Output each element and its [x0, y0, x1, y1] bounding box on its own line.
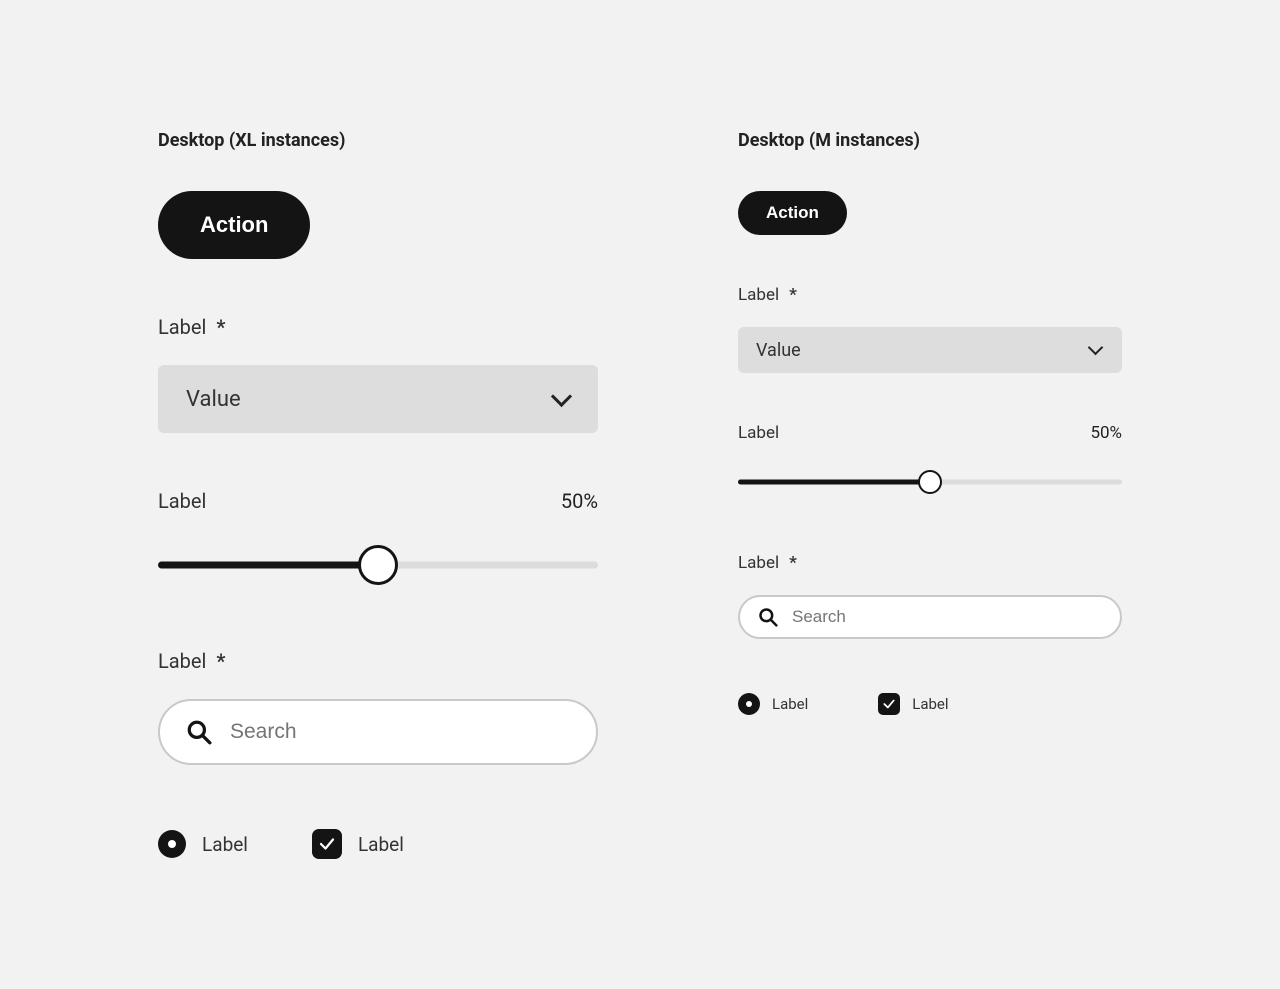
m-slider-field: Label 50% [738, 423, 1122, 485]
select-value: Value [186, 387, 241, 412]
field-label: Label [158, 315, 206, 339]
radio-icon [738, 693, 760, 715]
slider-track-fill [738, 480, 930, 485]
action-button-m[interactable]: Action [738, 191, 847, 235]
required-asterisk: * [789, 285, 797, 305]
checkbox-label: Label [358, 833, 404, 856]
slider-track-fill [158, 562, 378, 569]
search-input-m[interactable] [738, 595, 1122, 639]
field-label: Label [738, 285, 779, 305]
m-section-title: Desktop (M instances) [738, 130, 1122, 151]
slider-label: Label [738, 423, 779, 443]
required-asterisk: * [789, 553, 797, 573]
m-column: Desktop (M instances) Action Label * Val… [738, 130, 1122, 859]
checkbox-option-xl[interactable]: Label [312, 829, 404, 859]
search-text-input[interactable] [230, 720, 570, 744]
xl-choice-row: Label Label [158, 829, 598, 859]
field-label: Label [738, 553, 779, 573]
m-choice-row: Label Label [738, 693, 1122, 715]
xl-section-title: Desktop (XL instances) [158, 130, 598, 151]
m-select-field: Label * Value [738, 285, 1122, 373]
search-icon [758, 607, 778, 627]
checkbox-label: Label [912, 695, 948, 713]
search-input-xl[interactable] [158, 699, 598, 765]
xl-column: Desktop (XL instances) Action Label * Va… [158, 130, 598, 859]
slider-value: 50% [1090, 423, 1122, 443]
m-search-field: Label * [738, 553, 1122, 639]
checkbox-icon [878, 693, 900, 715]
select-value: Value [756, 340, 801, 361]
slider-xl[interactable] [158, 561, 598, 569]
field-label: Label [158, 649, 206, 673]
xl-select-field: Label * Value [158, 315, 598, 433]
action-button-xl[interactable]: Action [158, 191, 310, 259]
slider-thumb[interactable] [918, 470, 942, 494]
radio-option-xl[interactable]: Label [158, 830, 248, 858]
select-dropdown-xl[interactable]: Value [158, 365, 598, 433]
required-asterisk: * [216, 649, 225, 673]
radio-option-m[interactable]: Label [738, 693, 808, 715]
checkbox-icon [312, 829, 342, 859]
chevron-down-icon [554, 391, 570, 407]
checkbox-option-m[interactable]: Label [878, 693, 948, 715]
slider-value: 50% [561, 489, 598, 513]
search-text-input[interactable] [792, 607, 1102, 627]
search-icon [186, 719, 212, 745]
slider-label: Label [158, 489, 206, 513]
xl-slider-field: Label 50% [158, 489, 598, 569]
radio-icon [158, 830, 186, 858]
slider-thumb[interactable] [358, 545, 398, 585]
radio-label: Label [202, 833, 248, 856]
radio-label: Label [772, 695, 808, 713]
xl-search-field: Label * [158, 649, 598, 765]
chevron-down-icon [1088, 342, 1104, 358]
required-asterisk: * [216, 315, 225, 339]
select-dropdown-m[interactable]: Value [738, 327, 1122, 373]
slider-m[interactable] [738, 479, 1122, 485]
